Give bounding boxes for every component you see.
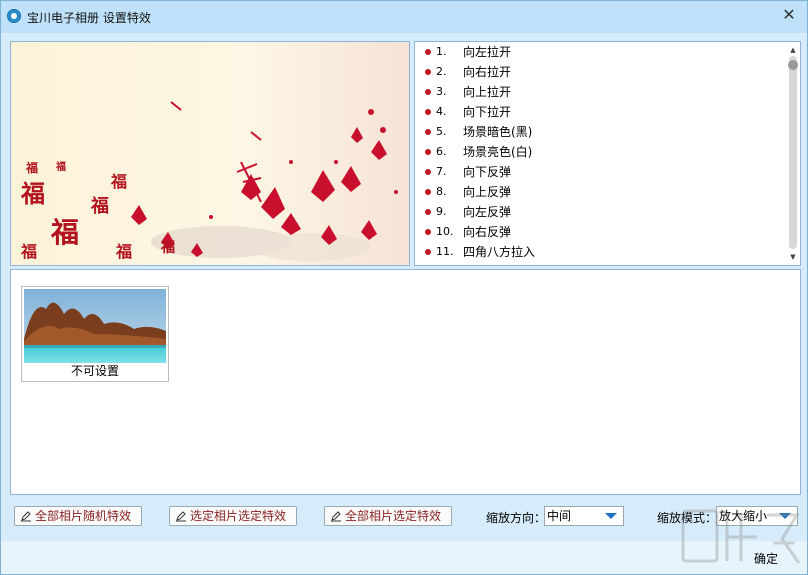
effect-item[interactable]: 8. 向上反弹 — [415, 182, 786, 202]
photo-thumbnail-card[interactable]: 不可设置 — [21, 286, 169, 382]
effect-label: 四角八方拉入 — [463, 245, 536, 259]
effect-item[interactable]: 2. 向右拉开 — [415, 62, 786, 82]
effect-label: 向右拉开 — [463, 65, 512, 79]
pencil-icon — [21, 511, 31, 522]
effect-label: 向下拉开 — [463, 105, 512, 119]
random-effect-all-photos-label: 全部相片随机特效 — [35, 509, 132, 523]
svg-text:福: 福 — [55, 160, 66, 173]
app-logo-icon — [7, 9, 21, 23]
effect-label: 向右反弹 — [463, 225, 512, 239]
effect-label: 向左反弹 — [463, 205, 512, 219]
effect-number: 4. — [436, 105, 447, 118]
svg-text:福: 福 — [20, 179, 45, 208]
random-effect-all-photos-button[interactable]: 全部相片随机特效 — [14, 506, 142, 526]
effect-items: 1. 向左拉开 2. 向右拉开 3. 向上拉开 4. 向下拉开 5. 场景暗色(黑) 6.… — [415, 42, 786, 265]
effect-label: 场景亮色(白) — [463, 145, 533, 159]
effect-item[interactable]: 4. 向下拉开 — [415, 102, 786, 122]
effect-number: 6. — [436, 145, 447, 158]
close-button[interactable]: ✕ — [779, 5, 799, 25]
pencil-icon — [331, 511, 341, 522]
effect-item[interactable]: 6. 场景亮色(白) — [415, 142, 786, 162]
effect-item[interactable]: 3. 向上拉开 — [415, 82, 786, 102]
dialog-window: 宝川电子相册 设置特效 ✕ 福 福 福 福 福 福 福 福 福 1. 向左拉开 … — [0, 0, 808, 575]
effect-list-scrollbar[interactable]: ▲ ▼ — [786, 42, 800, 265]
photo-list-area: 不可设置 — [10, 269, 801, 495]
selected-photo-selected-effect-label: 选定相片选定特效 — [190, 509, 287, 523]
effect-item[interactable]: 1. 向左拉开 — [415, 42, 786, 62]
bullet-icon — [425, 169, 431, 175]
svg-text:福: 福 — [90, 195, 109, 217]
effect-number: 5. — [436, 125, 447, 138]
photo-thumbnail-image — [24, 289, 166, 363]
scroll-up-arrow-icon[interactable]: ▲ — [786, 44, 800, 56]
effect-preview-image: 福 福 福 福 福 福 福 福 福 — [11, 42, 409, 265]
svg-text:福: 福 — [160, 239, 175, 256]
all-photos-selected-effect-button[interactable]: 全部相片选定特效 — [324, 506, 452, 526]
ok-button[interactable]: 确定 — [746, 549, 786, 569]
effect-item[interactable]: 7. 向下反弹 — [415, 162, 786, 182]
dialog-footer: 确定 — [1, 541, 807, 574]
effect-item[interactable]: 10. 向右反弹 — [415, 222, 786, 242]
zoom-mode-select[interactable]: 放大缩小 — [716, 506, 798, 526]
effect-label: 场景暗色(黑) — [463, 125, 533, 139]
bullet-icon — [425, 109, 431, 115]
zoom-direction-value: 中间 — [547, 509, 572, 523]
effect-label: 向上反弹 — [463, 185, 512, 199]
effect-number: 3. — [436, 85, 447, 98]
bullet-icon — [425, 209, 431, 215]
effect-number: 10. — [436, 225, 454, 238]
bullet-icon — [425, 69, 431, 75]
dropdown-arrow-icon — [779, 513, 791, 519]
bullet-icon — [425, 89, 431, 95]
scroll-thumb[interactable] — [788, 60, 798, 70]
photo-caption: 不可设置 — [70, 364, 119, 378]
effect-preview-panel: 福 福 福 福 福 福 福 福 福 — [10, 41, 410, 266]
scroll-track[interactable] — [789, 56, 797, 249]
bullet-icon — [425, 149, 431, 155]
effect-number: 8. — [436, 185, 447, 198]
effect-item[interactable]: 9. 向左反弹 — [415, 202, 786, 222]
svg-text:福: 福 — [110, 172, 127, 191]
bullet-icon — [425, 189, 431, 195]
scroll-down-arrow-icon[interactable]: ▼ — [786, 251, 800, 263]
svg-text:福: 福 — [50, 216, 79, 249]
window-title: 宝川电子相册 设置特效 — [27, 11, 151, 25]
effect-number: 11. — [436, 245, 454, 258]
pencil-icon — [176, 511, 186, 522]
zoom-mode-value: 放大缩小 — [719, 509, 768, 523]
zoom-direction-label: 缩放方向： — [486, 511, 547, 525]
effect-number: 2. — [436, 65, 447, 78]
selected-photo-selected-effect-button[interactable]: 选定相片选定特效 — [169, 506, 297, 526]
effect-list[interactable]: 1. 向左拉开 2. 向右拉开 3. 向上拉开 4. 向下拉开 5. 场景暗色(黑) 6.… — [414, 41, 801, 266]
effect-number: 9. — [436, 205, 447, 218]
zoom-direction-select[interactable]: 中间 — [544, 506, 624, 526]
all-photos-selected-effect-label: 全部相片选定特效 — [345, 509, 442, 523]
svg-text:福: 福 — [20, 242, 37, 261]
svg-text:福: 福 — [25, 160, 38, 175]
svg-text:福: 福 — [115, 242, 132, 261]
zoom-mode-label: 缩放模式： — [657, 511, 718, 525]
bullet-icon — [425, 49, 431, 55]
dialog-content: 福 福 福 福 福 福 福 福 福 1. 向左拉开 2. 向右拉开 3. 向上拉开 4… — [4, 33, 804, 541]
effect-label: 向左拉开 — [463, 45, 512, 59]
bullet-icon — [425, 249, 431, 255]
effect-item[interactable]: 11. 四角八方拉入 — [415, 242, 786, 262]
effect-label: 向上拉开 — [463, 85, 512, 99]
effect-number: 1. — [436, 45, 447, 58]
effect-label: 向下反弹 — [463, 165, 512, 179]
bullet-icon — [425, 129, 431, 135]
title-bar[interactable]: 宝川电子相册 设置特效 ✕ — [1, 1, 807, 33]
bullet-icon — [425, 229, 431, 235]
dropdown-arrow-icon — [605, 513, 617, 519]
effect-number: 7. — [436, 165, 447, 178]
effect-item[interactable]: 5. 场景暗色(黑) — [415, 122, 786, 142]
